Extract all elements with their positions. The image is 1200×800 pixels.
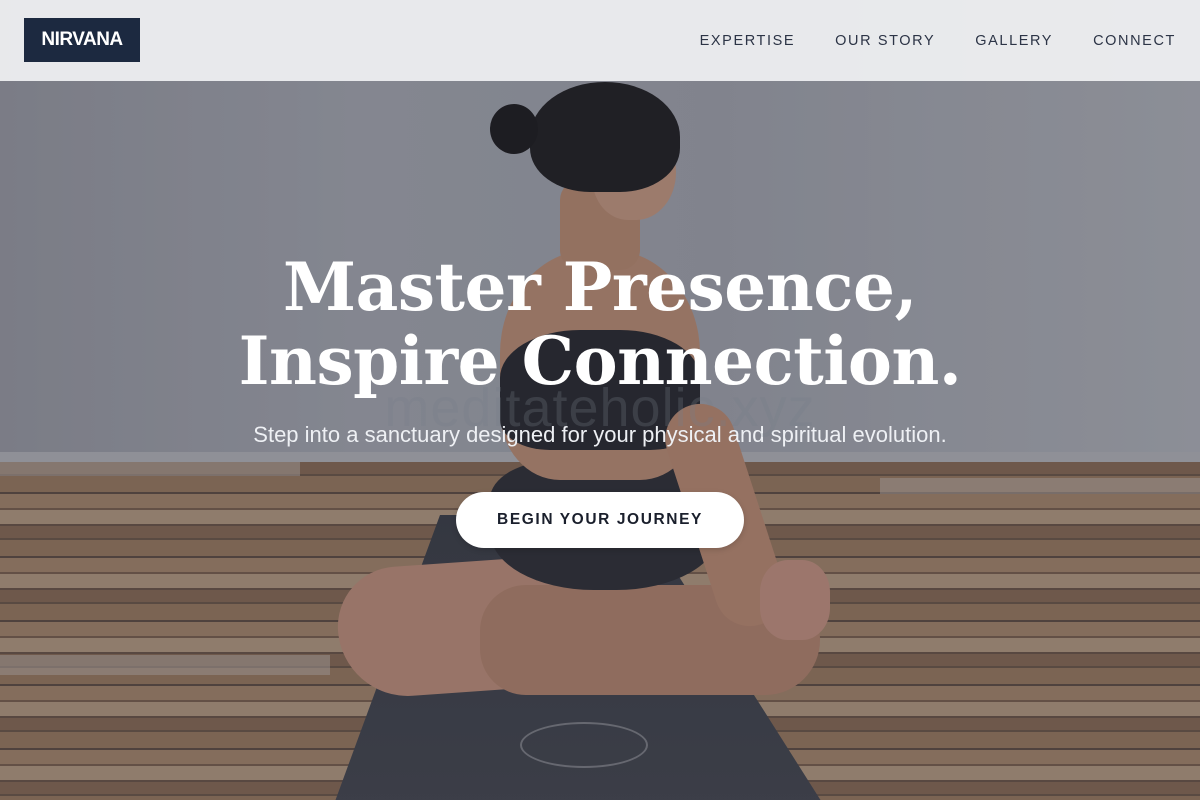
nav-link-our-story[interactable]: OUR STORY [835, 33, 935, 49]
nav-link-expertise[interactable]: EXPERTISE [700, 33, 796, 49]
hero-content: meditateholic.xyz Master Presence, Inspi… [0, 250, 1200, 548]
logo[interactable]: NIRVANA [24, 18, 140, 62]
watermark-text: meditateholic.xyz [384, 378, 816, 438]
begin-journey-button[interactable]: BEGIN YOUR JOURNEY [456, 492, 744, 548]
hero-title: Master Presence, Inspire Connection. [238, 248, 962, 400]
site-header: NIRVANA EXPERTISE OUR STORY GALLERY CONN… [0, 0, 1200, 81]
nav-link-gallery[interactable]: GALLERY [975, 33, 1053, 49]
nav-link-connect[interactable]: CONNECT [1093, 33, 1176, 49]
main-nav: EXPERTISE OUR STORY GALLERY CONNECT [700, 0, 1176, 81]
